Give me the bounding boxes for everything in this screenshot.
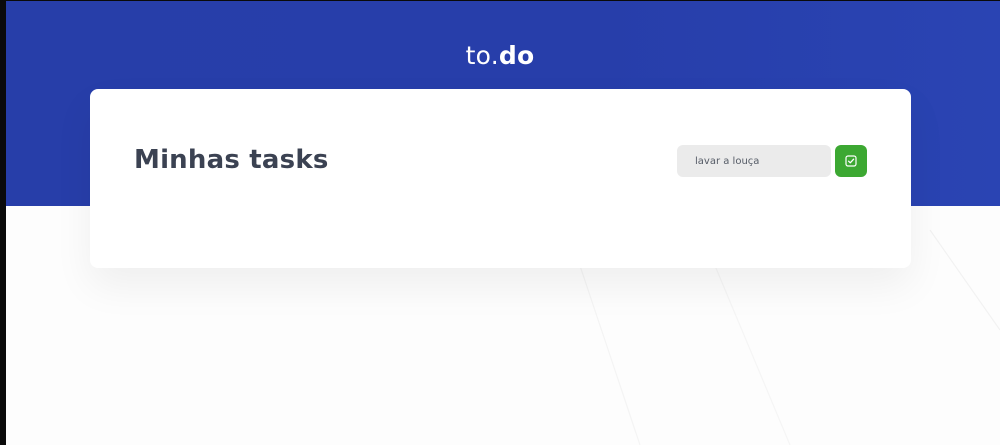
window-left-edge — [0, 0, 6, 445]
check-square-icon — [845, 155, 857, 167]
add-task-button[interactable] — [835, 145, 867, 177]
tasks-card: Minhas tasks — [90, 89, 911, 268]
page-title: Minhas tasks — [134, 145, 329, 175]
logo-light-text: to. — [465, 41, 499, 70]
logo: to.do — [0, 38, 1000, 74]
window-top-edge — [0, 0, 1000, 1]
new-task-input[interactable] — [677, 145, 831, 177]
logo-bold-text: do — [498, 41, 535, 70]
